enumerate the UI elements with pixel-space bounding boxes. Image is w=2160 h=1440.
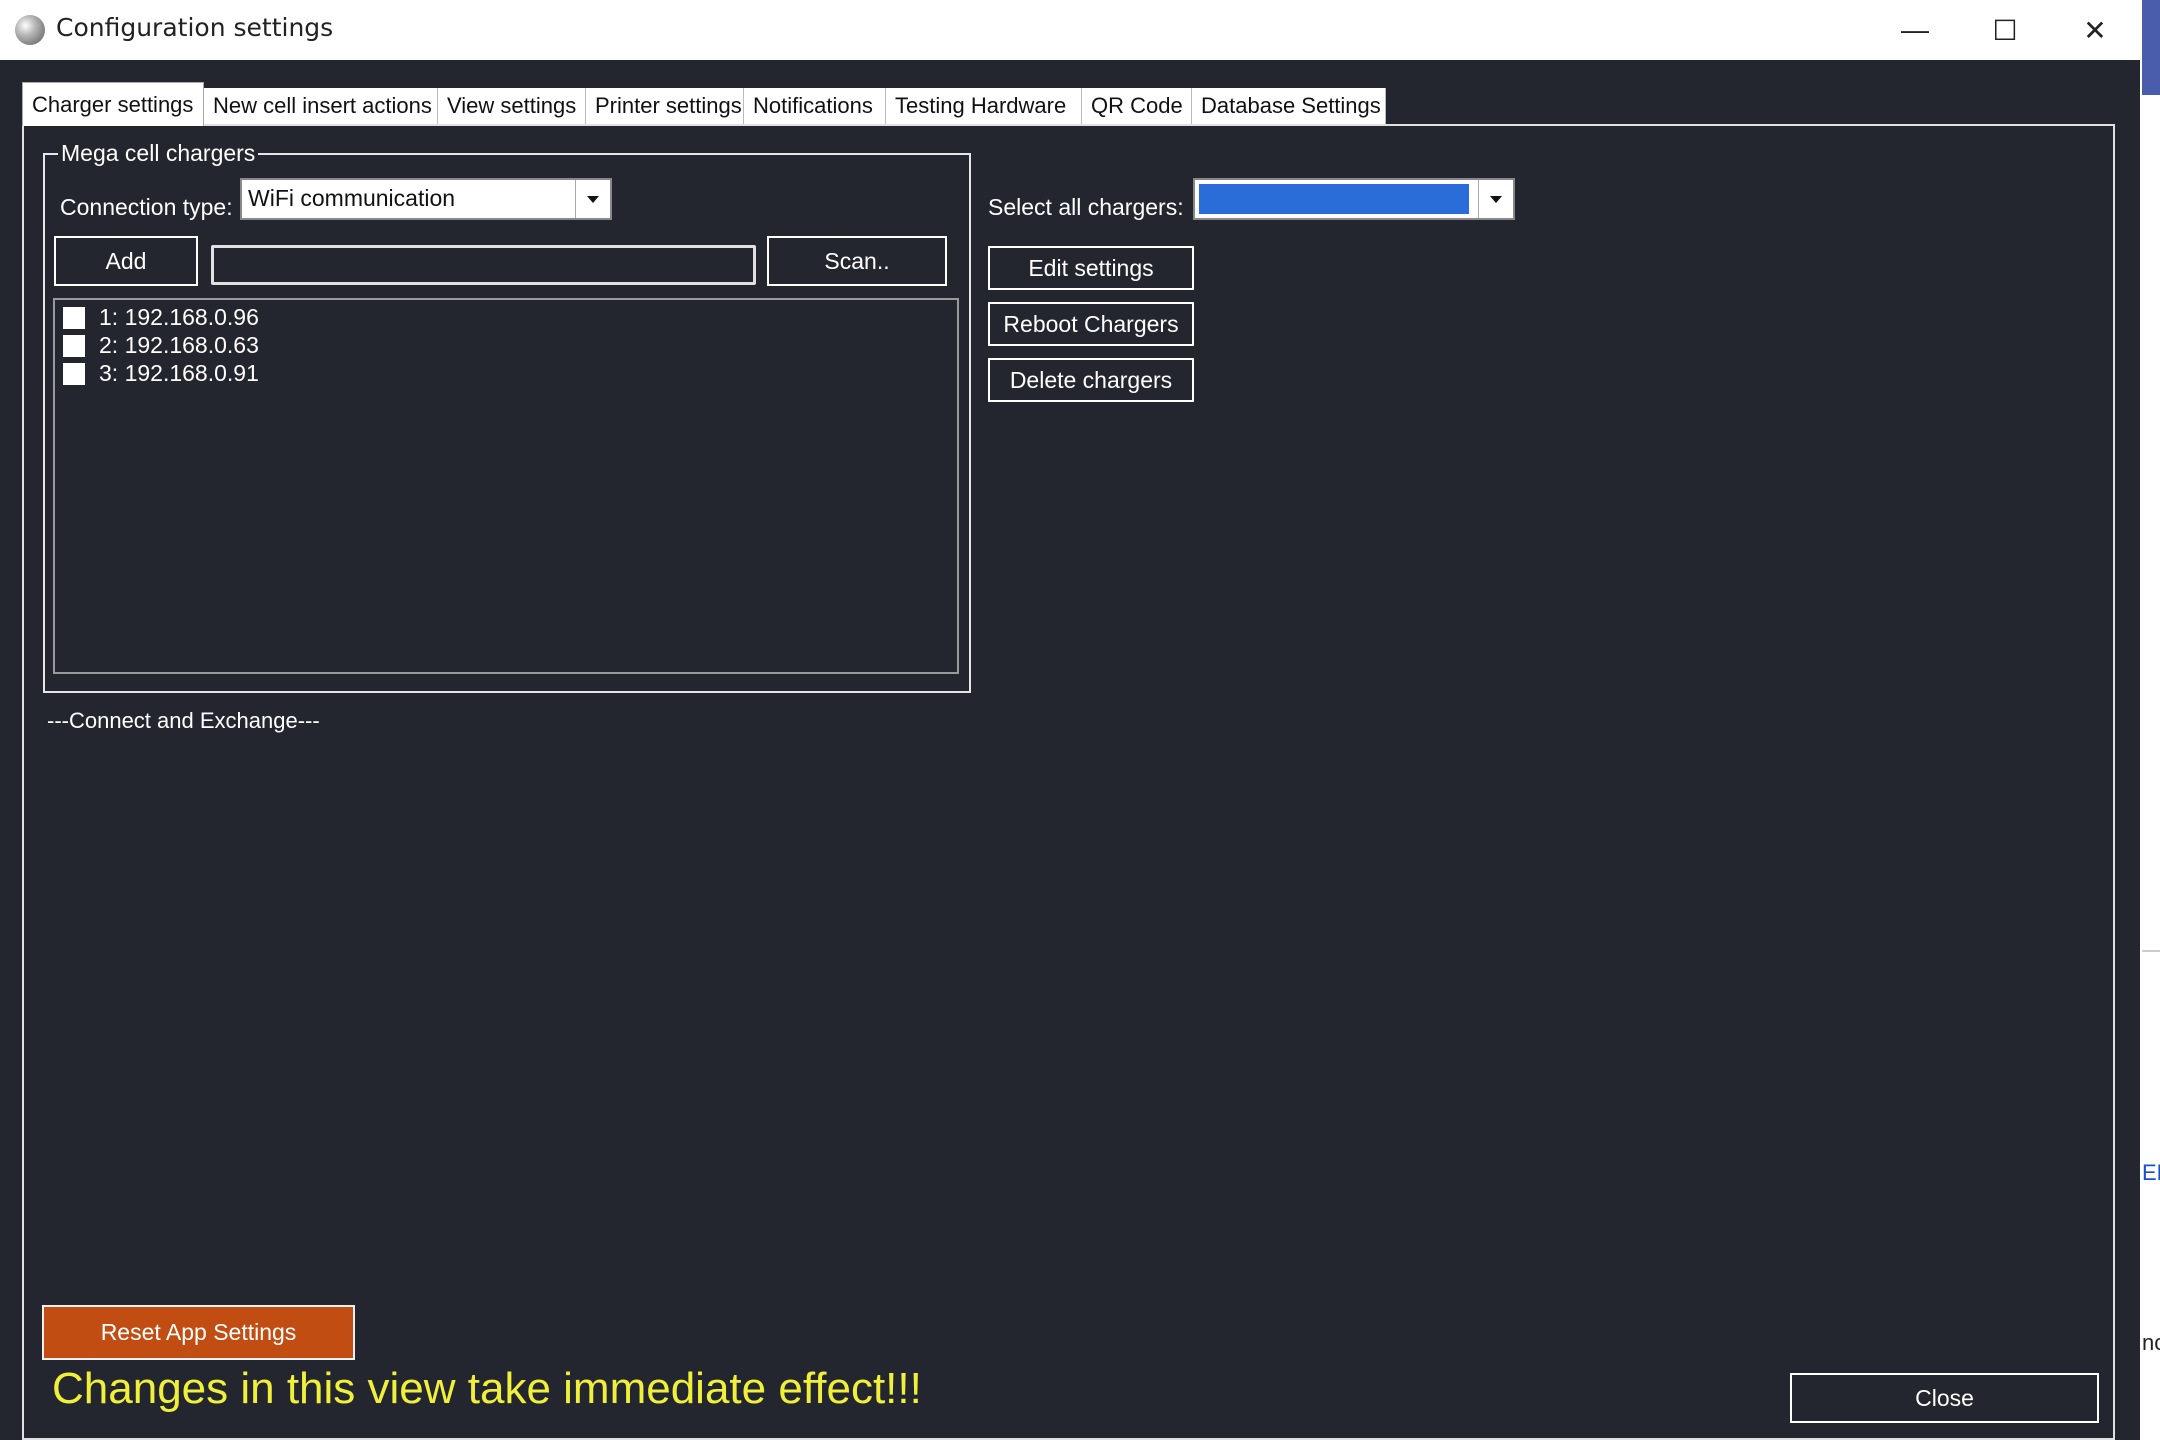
window-title: Configuration settings xyxy=(56,13,334,42)
edit-settings-button[interactable]: Edit settings xyxy=(988,246,1194,290)
list-item[interactable]: 1: 192.168.0.96 xyxy=(63,304,259,331)
chevron-down-icon[interactable] xyxy=(575,180,610,218)
delete-chargers-button[interactable]: Delete chargers xyxy=(988,358,1194,402)
connection-type-value: WiFi communication xyxy=(248,185,456,211)
add-charger-button[interactable]: Add xyxy=(54,236,198,286)
close-button[interactable]: Close xyxy=(1790,1373,2099,1423)
charger-checkbox[interactable] xyxy=(63,334,85,357)
scan-button[interactable]: Scan.. xyxy=(767,236,947,286)
list-item[interactable]: 2: 192.168.0.63 xyxy=(63,332,259,359)
connection-status-label: ---Connect and Exchange--- xyxy=(47,708,320,733)
list-item[interactable]: 3: 192.168.0.91 xyxy=(63,360,259,387)
app-icon xyxy=(15,15,45,45)
tab-new-cell-insert-actions[interactable]: New cell insert actions xyxy=(204,88,438,124)
reboot-chargers-button[interactable]: Reboot Chargers xyxy=(988,302,1194,346)
maximize-button[interactable]: ☐ xyxy=(1960,0,2050,60)
tab-notifications[interactable]: Notifications xyxy=(744,88,886,124)
tab-view-settings[interactable]: View settings xyxy=(438,88,586,124)
select-all-chargers-select[interactable] xyxy=(1193,178,1515,220)
charger-checkbox[interactable] xyxy=(63,306,85,329)
connection-type-select[interactable]: WiFi communication xyxy=(240,178,612,220)
minimize-button[interactable]: — xyxy=(1870,0,1960,60)
charger-label: 3: 192.168.0.91 xyxy=(99,360,259,386)
chevron-down-icon[interactable] xyxy=(1478,180,1513,218)
tab-printer-settings[interactable]: Printer settings xyxy=(586,88,744,124)
tab-qr-code[interactable]: QR Code xyxy=(1082,88,1192,124)
background-window-divider xyxy=(2142,950,2160,952)
background-window-bar xyxy=(2142,0,2160,95)
select-all-chargers-label: Select all chargers: xyxy=(988,194,1184,220)
immediate-effect-warning: Changes in this view take immediate effe… xyxy=(52,1364,922,1413)
group-legend: Mega cell chargers xyxy=(58,140,259,167)
background-window-link[interactable]: ED xyxy=(2142,1160,2160,1186)
select-all-highlight xyxy=(1199,184,1469,214)
close-window-button[interactable]: ✕ xyxy=(2050,0,2140,60)
charger-address-input[interactable] xyxy=(211,245,756,285)
charger-label: 2: 192.168.0.63 xyxy=(99,332,259,358)
tab-database-settings[interactable]: Database Settings xyxy=(1192,88,1386,124)
connection-type-label: Connection type: xyxy=(60,194,233,220)
background-window-text: nc xyxy=(2142,1330,2160,1355)
charger-list: 1: 192.168.0.96 2: 192.168.0.63 3: 192.1… xyxy=(53,298,959,674)
tab-charger-settings[interactable]: Charger settings xyxy=(22,82,204,126)
background-window xyxy=(2140,0,2160,1440)
charger-checkbox[interactable] xyxy=(63,362,85,385)
charger-label: 1: 192.168.0.96 xyxy=(99,304,259,330)
reset-app-settings-button[interactable]: Reset App Settings xyxy=(42,1305,355,1360)
tab-testing-hardware[interactable]: Testing Hardware xyxy=(886,88,1082,124)
